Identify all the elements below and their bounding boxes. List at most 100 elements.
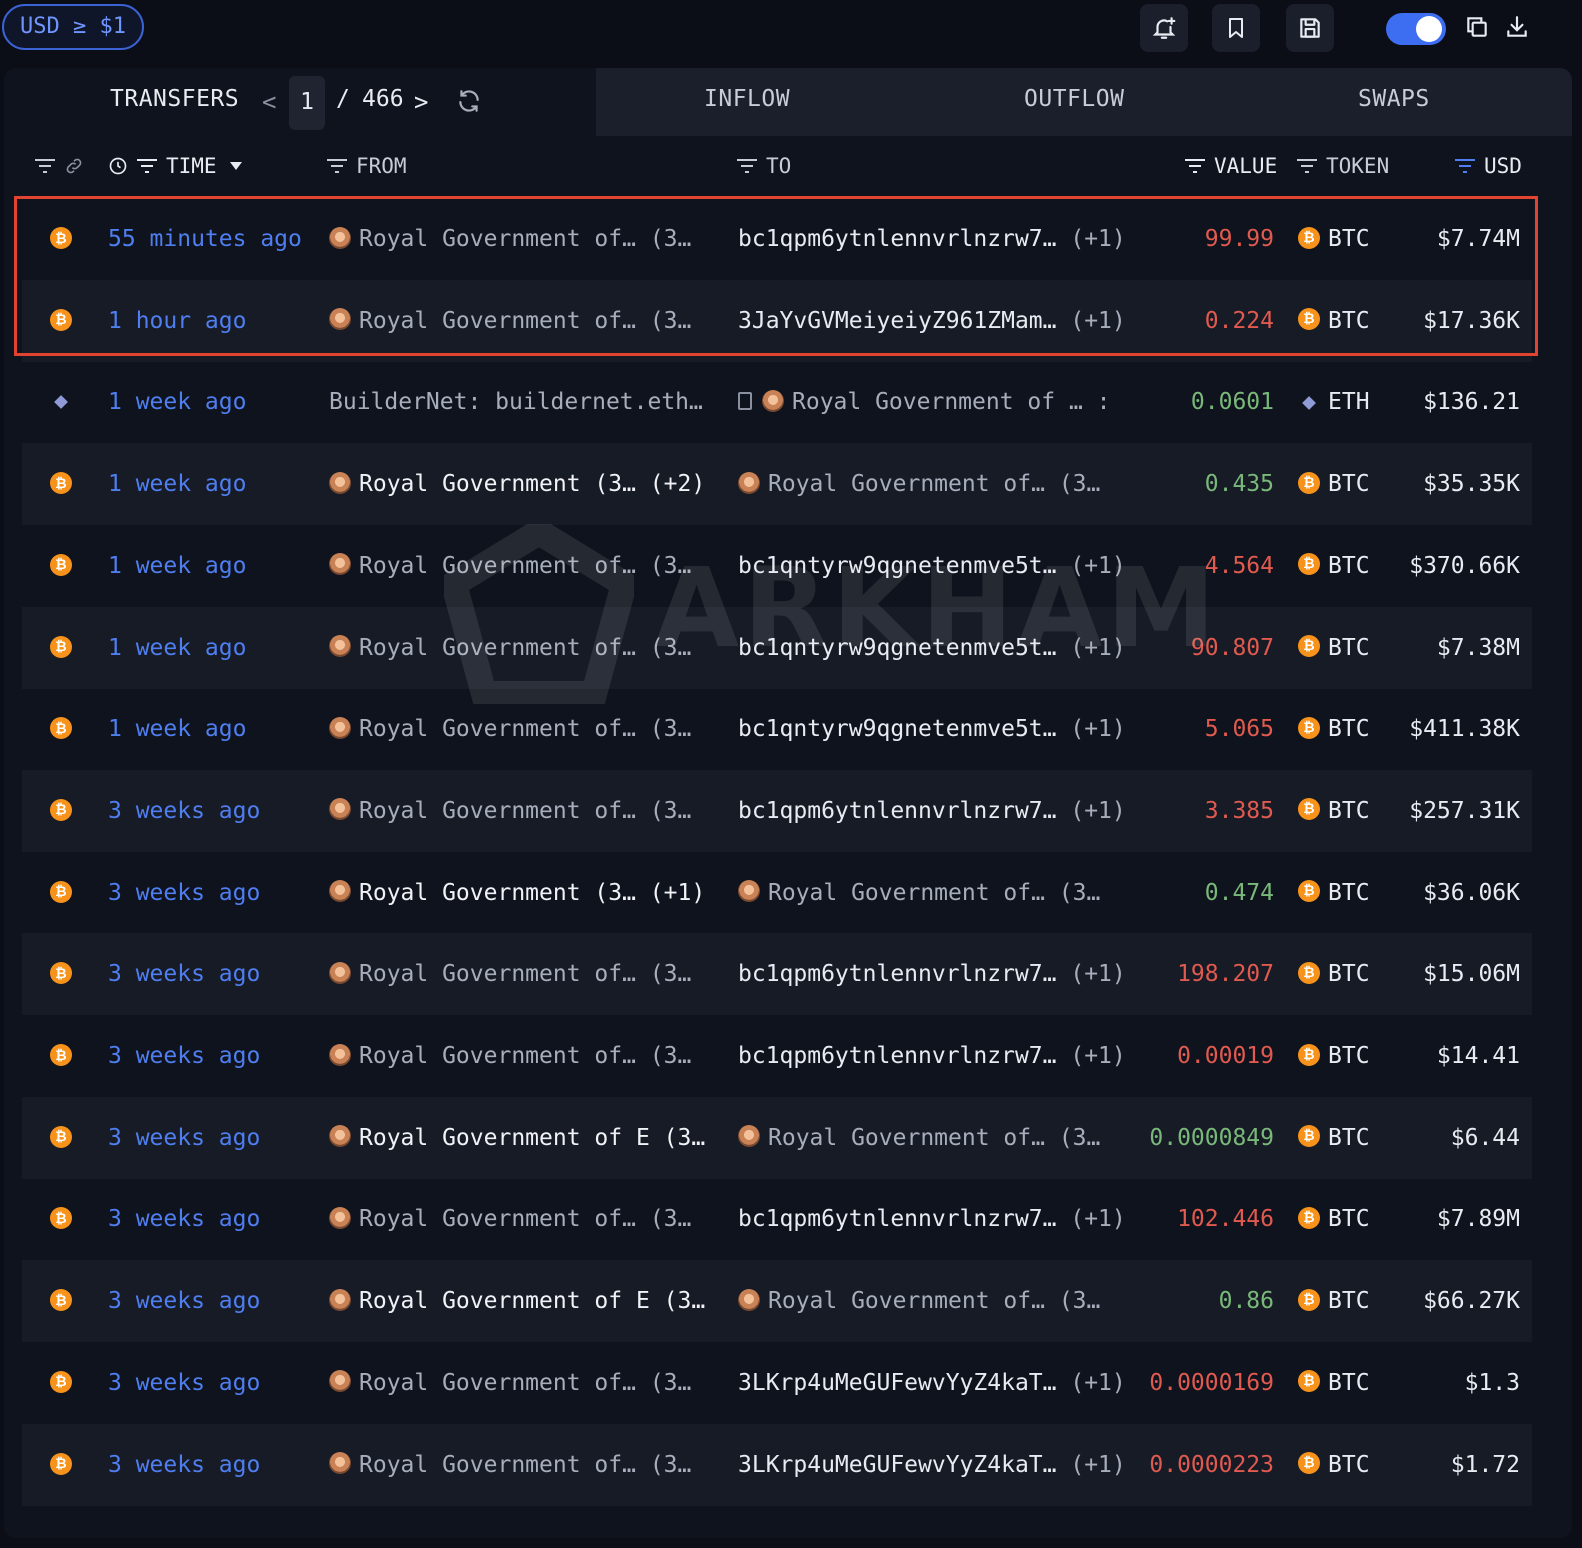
filter-icon	[1455, 159, 1475, 173]
save-icon[interactable]	[1286, 4, 1334, 52]
from-entity[interactable]: Royal Government of… (3…	[329, 525, 714, 607]
usd-filter-chip[interactable]: USD ≥ $1	[2, 4, 144, 50]
bitcoin-icon: ₿	[50, 962, 72, 985]
tab-inflow[interactable]: INFLOW	[704, 86, 790, 112]
table-row[interactable]: ₿ 1 week ago Royal Government of… (3… bc1qn…	[22, 525, 1532, 607]
bitcoin-icon: ₿	[1298, 1370, 1320, 1393]
transfer-time-link[interactable]: 1 week ago	[108, 361, 246, 443]
from-label: Royal Government of E	[359, 1288, 650, 1315]
table-row[interactable]: ₿ 3 weeks ago Royal Government of… (3… bc1q…	[22, 933, 1532, 1016]
tab-transfers[interactable]: TRANSFERS < 1 / 466 >	[4, 68, 596, 136]
to-label: 3LKrp4uMeGUFewvYyZ4kaT…	[738, 1451, 1057, 1478]
table-row[interactable]: ◆ 1 week ago BuilderNet: buildernet.eth… R…	[22, 361, 1532, 443]
copy-icon[interactable]	[1460, 10, 1494, 44]
transfer-time-link[interactable]: 1 hour ago	[108, 280, 246, 362]
table-row[interactable]: ₿ 55 minutes ago Royal Government of… (3… b…	[22, 198, 1532, 280]
transfer-time-link[interactable]: 3 weeks ago	[108, 1097, 260, 1179]
table-row[interactable]: ₿ 1 week ago Royal Government (3… (+2) Roya…	[22, 443, 1532, 526]
chevron-right-icon[interactable]: >	[414, 88, 428, 116]
column-header-token[interactable]: TOKEN	[1296, 152, 1389, 180]
usd-value: $1.72	[1450, 1451, 1520, 1478]
transfer-time-link[interactable]: 3 weeks ago	[108, 770, 260, 852]
table-row[interactable]: ₿ 1 week ago Royal Government of… (3… bc1qn…	[22, 606, 1532, 689]
tab-bar: TRANSFERS < 1 / 466 > INFLOW OUTFLOW SWA…	[4, 68, 1572, 136]
royal-government-avatar-icon	[738, 880, 760, 903]
to-label: bc1qntyrw9qgnetenmve5t…	[738, 634, 1057, 661]
transfer-time-link[interactable]: 1 week ago	[108, 607, 246, 689]
transfer-value: 0.224	[1204, 307, 1274, 334]
table-row[interactable]: ₿ 3 weeks ago Royal Government of… (3… bc1q…	[22, 769, 1532, 852]
table-row[interactable]: ₿ 1 hour ago Royal Government of… (3… 3JaYv…	[22, 279, 1532, 362]
bookmark-icon[interactable]	[1212, 4, 1260, 52]
bitcoin-icon: ₿	[50, 1289, 72, 1312]
royal-government-avatar-icon	[329, 880, 351, 903]
from-entity[interactable]: Royal Government of… (3…	[329, 198, 714, 280]
royal-government-avatar-icon	[329, 308, 351, 331]
column-header-from[interactable]: FROM	[326, 152, 407, 180]
column-header-value[interactable]: VALUE	[1184, 152, 1277, 180]
transfer-value: 0.0000849	[1149, 1124, 1274, 1151]
display-toggle[interactable]	[1386, 13, 1446, 45]
from-entity[interactable]: BuilderNet: buildernet.eth…	[329, 361, 714, 443]
tab-swaps[interactable]: SWAPS	[1358, 86, 1430, 112]
bitcoin-icon: ₿	[50, 798, 72, 821]
from-label: BuilderNet: buildernet.eth…	[329, 389, 703, 416]
bell-plus-icon[interactable]	[1140, 4, 1188, 52]
column-header-time[interactable]: TIME	[108, 152, 251, 180]
bitcoin-icon: ₿	[1298, 635, 1320, 657]
table-row[interactable]: ₿ 3 weeks ago Royal Government of E (3… Roy…	[22, 1260, 1532, 1343]
from-entity[interactable]: Royal Government of E (3…	[329, 1260, 714, 1342]
from-entity[interactable]: Royal Government of… (3…	[329, 1342, 714, 1424]
from-entity[interactable]: Royal Government of… (3…	[329, 1015, 714, 1097]
page-number-input[interactable]: 1	[289, 76, 325, 130]
chevron-left-icon[interactable]: <	[262, 88, 276, 116]
from-entity[interactable]: Royal Government of… (3…	[329, 1178, 714, 1260]
column-usd-label: USD	[1484, 154, 1522, 178]
from-entity[interactable]: Royal Government of… (3…	[329, 607, 714, 689]
from-label: Royal Government of…	[359, 634, 636, 661]
table-row[interactable]: ₿ 1 week ago Royal Government of… (3… bc1qn…	[22, 688, 1532, 770]
table-row[interactable]: ₿ 3 weeks ago Royal Government of E (3… Roy…	[22, 1096, 1532, 1179]
table-row[interactable]: ₿ 3 weeks ago Royal Government of… (3… bc1q…	[22, 1015, 1532, 1097]
transfer-time-link[interactable]: 55 minutes ago	[108, 198, 302, 280]
transfer-time-link[interactable]: 3 weeks ago	[108, 933, 260, 1015]
column-header-usd[interactable]: USD	[1454, 152, 1522, 180]
royal-government-avatar-icon	[329, 471, 351, 494]
from-label: Royal Government of E	[359, 1124, 650, 1151]
transfer-time-link[interactable]: 3 weeks ago	[108, 1178, 260, 1260]
tab-outflow[interactable]: OUTFLOW	[1024, 86, 1124, 112]
table-row[interactable]: ₿ 3 weeks ago Royal Government of… (3… 3LKr…	[22, 1342, 1532, 1424]
transfer-value: 0.0601	[1190, 389, 1274, 416]
bitcoin-icon: ₿	[1298, 1043, 1320, 1066]
transfer-time-link[interactable]: 3 weeks ago	[108, 1342, 260, 1424]
table-row[interactable]: ₿ 3 weeks ago Royal Government of… (3… bc1q…	[22, 1178, 1532, 1260]
from-entity[interactable]: Royal Government of… (3…	[329, 688, 714, 770]
transfer-time-link[interactable]: 1 week ago	[108, 688, 246, 770]
royal-government-avatar-icon	[329, 1206, 351, 1229]
table-row[interactable]: ₿ 3 weeks ago Royal Government (3… (+1) Roy…	[22, 852, 1532, 934]
refresh-icon[interactable]	[456, 88, 486, 118]
transfer-time-link[interactable]: 3 weeks ago	[108, 1260, 260, 1342]
bitcoin-icon: ₿	[50, 1207, 72, 1230]
from-entity[interactable]: Royal Government of… (3…	[329, 933, 714, 1015]
column-header-to[interactable]: TO	[736, 152, 791, 180]
filter-chain-header[interactable]	[34, 152, 92, 180]
transfer-time-link[interactable]: 3 weeks ago	[108, 1015, 260, 1097]
bitcoin-icon: ₿	[1298, 226, 1320, 249]
link-icon	[66, 158, 82, 174]
to-label: bc1qpm6ytnlennvrlnzrw7…	[738, 226, 1057, 252]
download-icon[interactable]	[1500, 10, 1534, 44]
transfer-time-link[interactable]: 3 weeks ago	[108, 852, 260, 934]
from-entity[interactable]: Royal Government (3… (+2)	[329, 443, 714, 525]
table-row[interactable]: ₿ 3 weeks ago Royal Government of… (3… 3LKr…	[22, 1423, 1532, 1506]
transfer-time-link[interactable]: 1 week ago	[108, 443, 246, 525]
transfer-time-link[interactable]: 3 weeks ago	[108, 1424, 260, 1506]
transfer-value: 0.474	[1204, 879, 1274, 906]
caret-down-icon	[229, 162, 242, 170]
from-entity[interactable]: Royal Government (3… (+1)	[329, 852, 714, 934]
from-entity[interactable]: Royal Government of… (3…	[329, 1424, 714, 1506]
transfer-time-link[interactable]: 1 week ago	[108, 525, 246, 607]
from-entity[interactable]: Royal Government of… (3…	[329, 770, 714, 852]
from-entity[interactable]: Royal Government of E (3…	[329, 1097, 714, 1179]
from-entity[interactable]: Royal Government of… (3…	[329, 280, 714, 362]
